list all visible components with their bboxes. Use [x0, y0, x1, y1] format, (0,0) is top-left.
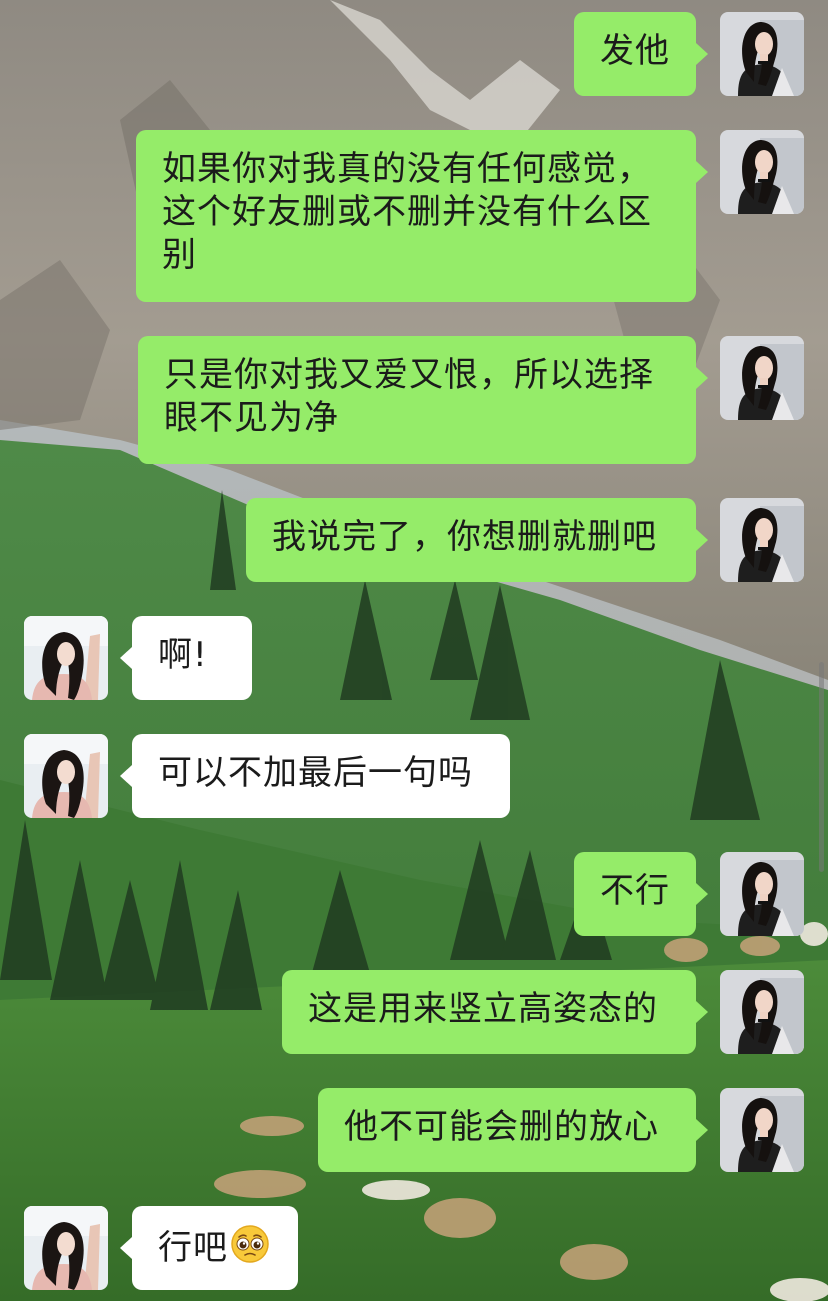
- bubble-tail: [696, 883, 708, 905]
- bubble-tail: [120, 765, 132, 787]
- bubble-tail: [696, 529, 708, 551]
- bubble-tail: [696, 1001, 708, 1023]
- message-text: 发他: [600, 31, 670, 71]
- pleading-face-emoji-icon: [230, 1224, 270, 1275]
- my-avatar[interactable]: [720, 1088, 804, 1172]
- bubble-tail: [696, 161, 708, 183]
- my-avatar[interactable]: [720, 12, 804, 96]
- bubble-tail: [120, 1237, 132, 1259]
- message-text: 我说完了，你想删就删吧: [272, 517, 657, 557]
- my-avatar[interactable]: [720, 852, 804, 936]
- message-text: 只是你对我又爱又恨，所以选择眼不见为净: [164, 355, 654, 438]
- message-bubble[interactable]: 他不可能会删的放心: [318, 1088, 696, 1172]
- contact-avatar[interactable]: [24, 1206, 108, 1290]
- message-text: 行吧: [158, 1228, 228, 1268]
- message-text: 不行: [600, 871, 670, 911]
- bubble-tail: [120, 647, 132, 669]
- bubble-tail: [696, 1119, 708, 1141]
- contact-avatar[interactable]: [24, 616, 108, 700]
- message-bubble[interactable]: 我说完了，你想删就删吧: [246, 498, 696, 582]
- scrollbar-thumb[interactable]: [819, 662, 824, 872]
- message-bubble[interactable]: 发他: [574, 12, 696, 96]
- bubble-tail: [696, 367, 708, 389]
- bubble-tail: [696, 43, 708, 65]
- message-bubble[interactable]: 如果你对我真的没有任何感觉，这个好友删或不删并没有什么区别: [136, 130, 696, 302]
- my-avatar[interactable]: [720, 498, 804, 582]
- contact-avatar[interactable]: [24, 734, 108, 818]
- message-text: 这是用来竖立高姿态的: [308, 989, 658, 1029]
- message-text: 啊!: [158, 635, 208, 675]
- message-bubble[interactable]: 可以不加最后一句吗: [132, 734, 510, 818]
- message-text: 可以不加最后一句吗: [158, 753, 473, 793]
- my-avatar[interactable]: [720, 970, 804, 1054]
- my-avatar[interactable]: [720, 336, 804, 420]
- message-bubble[interactable]: 这是用来竖立高姿态的: [282, 970, 696, 1054]
- message-bubble[interactable]: 啊!: [132, 616, 252, 700]
- message-bubble[interactable]: 不行: [574, 852, 696, 936]
- message-bubble[interactable]: 只是你对我又爱又恨，所以选择眼不见为净: [138, 336, 696, 464]
- message-bubble[interactable]: 行吧: [132, 1206, 298, 1290]
- my-avatar[interactable]: [720, 130, 804, 214]
- message-text: 他不可能会删的放心: [344, 1107, 659, 1147]
- message-text: 如果你对我真的没有任何感觉，这个好友删或不删并没有什么区别: [162, 149, 652, 275]
